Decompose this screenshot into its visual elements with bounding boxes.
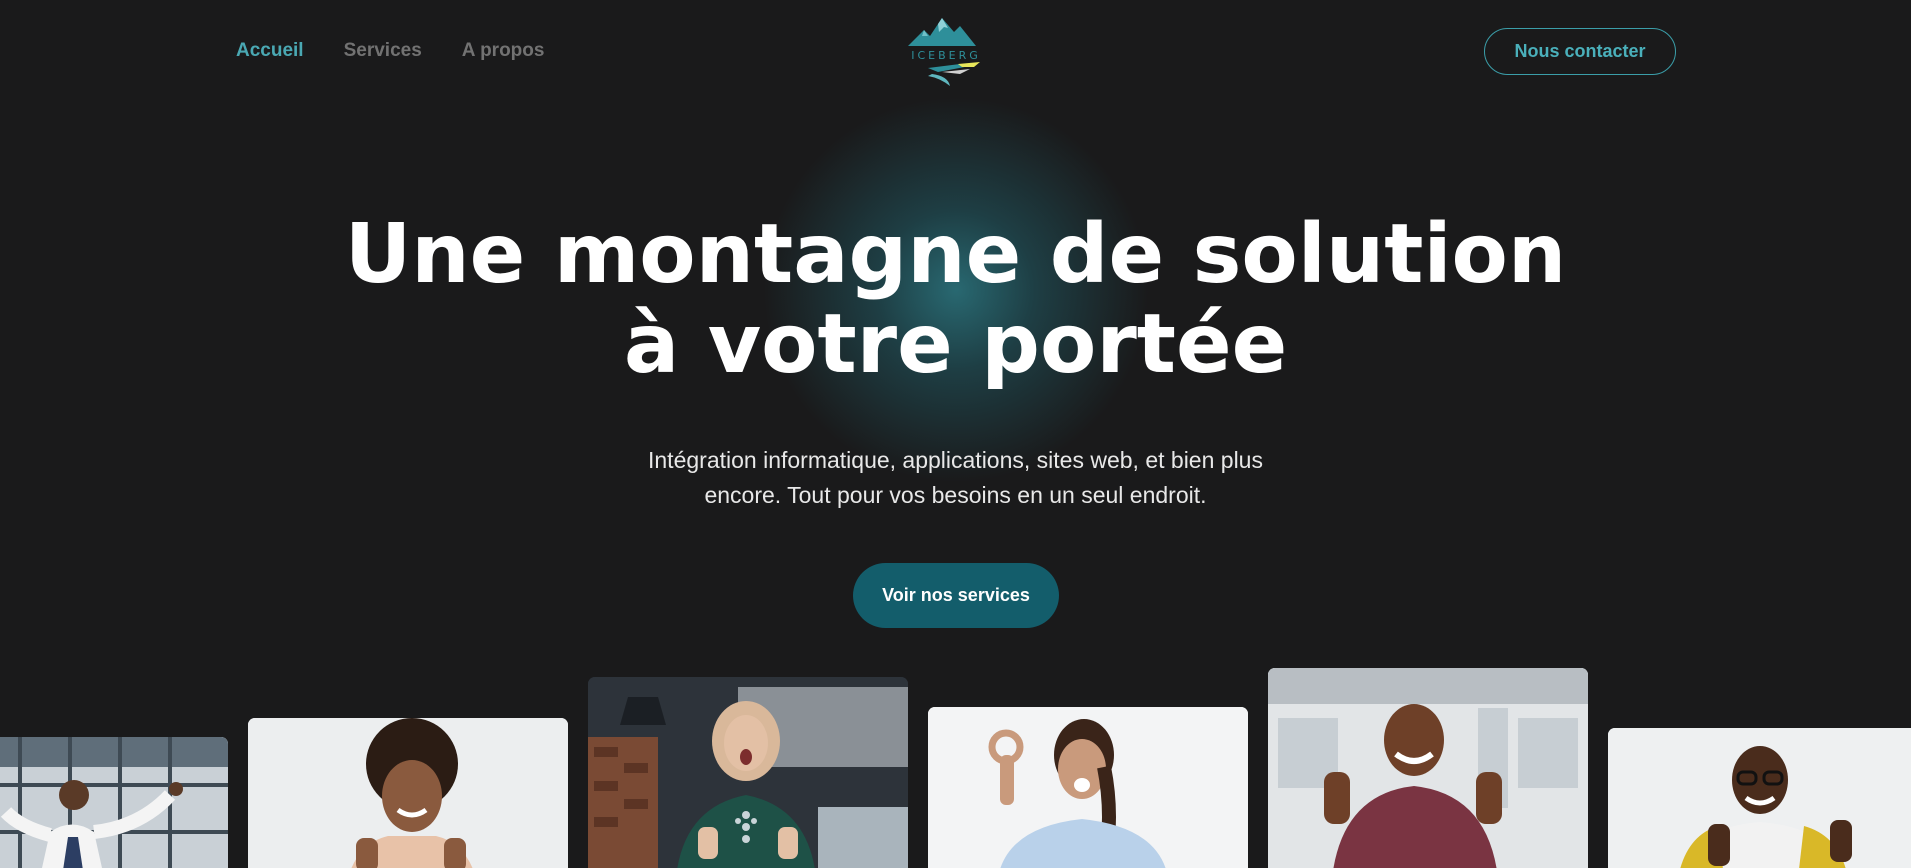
man-glasses-thumbs-up-photo	[1608, 728, 1911, 868]
hero-subtitle: Intégration informatique, applications, …	[648, 447, 1263, 508]
woman-hijab-thumbs-up-photo	[588, 677, 908, 868]
navbar: Accueil Services A propos ICEBERG Nous c…	[0, 0, 1911, 102]
woman-ok-gesture-photo	[928, 707, 1248, 868]
nav-link-services[interactable]: Services	[344, 40, 422, 62]
see-services-button[interactable]: Voir nos services	[853, 563, 1059, 628]
hero-title-line-1: Une montagne de solution	[344, 207, 1567, 302]
hero-title: Une montagne de solution à votre portée	[0, 210, 1911, 390]
hero-title-line-2: à votre portée	[623, 297, 1288, 392]
nav-link-a-propos[interactable]: A propos	[462, 40, 545, 62]
nav-link-accueil[interactable]: Accueil	[236, 40, 304, 62]
man-thumbs-up-photo	[1268, 668, 1588, 868]
man-celebrating-photo	[0, 737, 228, 868]
iceberg-logo[interactable]: ICEBERG	[898, 14, 998, 88]
logo-text: ICEBERG	[911, 49, 981, 62]
page: Accueil Services A propos ICEBERG Nous c…	[0, 0, 1911, 868]
woman-thumbs-up-photo	[248, 718, 568, 868]
nav-links: Accueil Services A propos	[236, 40, 544, 62]
contact-button[interactable]: Nous contacter	[1484, 28, 1676, 75]
